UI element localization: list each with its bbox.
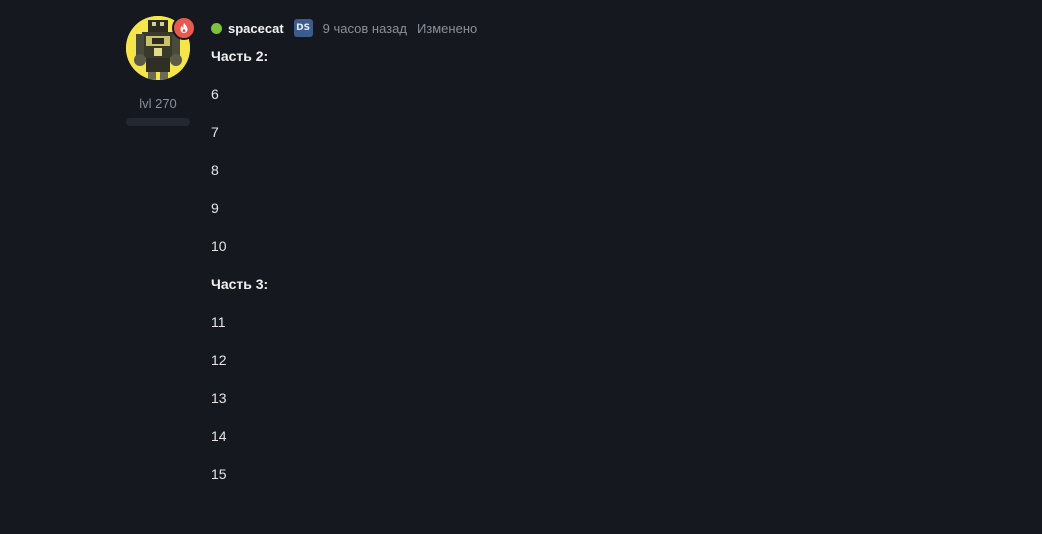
body-line: 13 [211, 390, 227, 406]
flame-glyph [180, 23, 188, 33]
post-timestamp[interactable]: 9 часов назад [323, 21, 407, 36]
body-line: 15 [211, 466, 227, 482]
flame-icon[interactable] [172, 16, 196, 40]
body-line: 14 [211, 428, 227, 444]
body-line: 6 [211, 86, 219, 102]
body-line: 9 [211, 200, 219, 216]
body-line: 7 [211, 124, 219, 140]
author-column: lvl 270 [126, 16, 196, 126]
section-heading: Часть 2: [211, 48, 269, 64]
username-link[interactable]: spacecat [228, 21, 284, 36]
post-header: spacecat DS 9 часов назад Изменено [211, 18, 971, 38]
post-content: spacecat DS 9 часов назад Изменено Часть… [211, 18, 971, 505]
body-line: 12 [211, 352, 227, 368]
user-tag-badge[interactable]: DS [293, 19, 313, 37]
section-heading: Часть 3: [211, 276, 269, 292]
xp-progress-bar [126, 118, 190, 126]
body-line: 8 [211, 162, 219, 178]
body-line: 11 [211, 314, 226, 330]
comment-post: lvl 270 spacecat DS 9 часов назад Измене… [0, 0, 1042, 534]
user-level: lvl 270 [139, 96, 177, 111]
online-status-icon [211, 22, 222, 34]
post-body: Часть 2: 6 7 8 9 10 Часть 3: 11 12 13 14 15 [211, 49, 971, 505]
edited-label[interactable]: Изменено [417, 21, 477, 36]
body-line: 10 [211, 238, 227, 254]
avatar-container[interactable] [126, 16, 196, 80]
